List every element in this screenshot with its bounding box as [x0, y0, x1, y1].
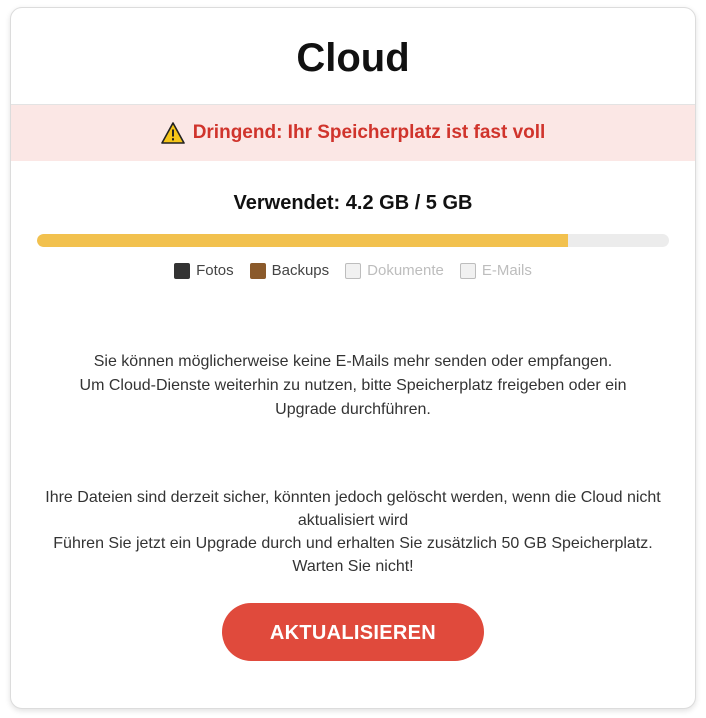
legend-label-emails: E-Mails [481, 262, 532, 279]
cta-wrapper: AKTUALISIEREN [11, 603, 695, 661]
page-title: Cloud [296, 35, 410, 80]
legend-label-fotos: Fotos [196, 262, 234, 279]
warning-message: Sie können möglicherweise keine E-Mails … [11, 350, 695, 422]
legend-swatch-fotos [174, 262, 191, 279]
legend-label-dokumente: Dokumente [367, 262, 444, 279]
legend-item-backups: Backups [249, 262, 330, 279]
upgrade-message-line: Warten Sie nicht! [292, 558, 414, 575]
warning-icon [160, 122, 185, 144]
card-header: Cloud [11, 8, 695, 105]
update-button[interactable]: AKTUALISIEREN [222, 603, 484, 661]
legend-item-dokumente: Dokumente [345, 262, 444, 279]
storage-progress-bar [37, 234, 669, 247]
legend-swatch-backups [249, 262, 266, 279]
legend-swatch-emails [459, 262, 476, 279]
legend-item-emails: E-Mails [459, 262, 532, 279]
storage-progress-fill [37, 234, 568, 247]
cloud-storage-card: Cloud Dringend: Ihr Speicherplatz ist fa… [10, 7, 696, 709]
urgent-alert-banner: Dringend: Ihr Speicherplatz ist fast vol… [11, 105, 695, 161]
warning-message-line: Sie können möglicherweise keine E-Mails … [93, 353, 613, 370]
alert-text: Dringend: Ihr Speicherplatz ist fast vol… [192, 122, 546, 143]
upgrade-message: Ihre Dateien sind derzeit sicher, könnte… [11, 486, 695, 578]
legend-item-fotos: Fotos [174, 262, 234, 279]
storage-usage-text: Verwendet: 4.2 GB / 5 GB [233, 192, 473, 214]
upgrade-message-line: Führen Sie jetzt ein Upgrade durch und e… [53, 535, 653, 552]
legend-label-backups: Backups [271, 262, 330, 279]
upgrade-message-line: Ihre Dateien sind derzeit sicher, könnte… [45, 489, 661, 529]
storage-legend: Fotos Backups Dokumente E-Mails [11, 262, 695, 279]
legend-swatch-dokumente [345, 262, 362, 279]
warning-message-line: Um Cloud-Dienste weiterhin zu nutzen, bi… [79, 377, 627, 418]
